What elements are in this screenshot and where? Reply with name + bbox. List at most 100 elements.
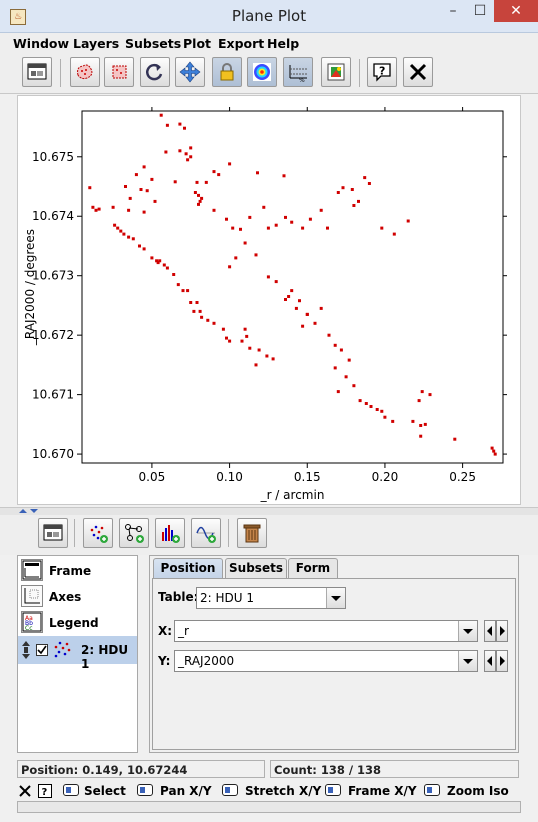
plot-panel[interactable]: 0.05 0.10 0.15 0.20 0.25 10.670 10.671 10.672 1…: [17, 95, 521, 505]
data-point: [228, 265, 232, 269]
window-icon: [43, 524, 63, 541]
close-x-icon: [409, 63, 427, 81]
close-window-button[interactable]: ✕: [494, 0, 538, 22]
data-point: [419, 424, 423, 427]
data-point: [287, 295, 291, 298]
replot-button[interactable]: [140, 57, 170, 87]
y-tick-label: 10.671: [32, 388, 74, 402]
tab-position[interactable]: Position: [153, 558, 223, 578]
layer-item-hdu-1[interactable]: 2: HDU 1: [18, 636, 137, 671]
navigation-help-button[interactable]: [175, 57, 205, 87]
menu-window[interactable]: Window: [13, 36, 69, 51]
layer-toolbar: [0, 515, 538, 555]
menu-help[interactable]: Help: [267, 36, 299, 51]
grid-axes-icon: %: [289, 65, 307, 83]
data-point: [164, 150, 168, 154]
export-image-button[interactable]: [321, 57, 351, 87]
chevron-down-icon[interactable]: [458, 651, 477, 671]
x-prev-column-button[interactable]: [484, 620, 496, 642]
table-select[interactable]: 2: HDU 1: [196, 587, 346, 609]
new-window-button[interactable]: [22, 57, 52, 87]
data-point: [172, 273, 176, 276]
data-point: [134, 173, 138, 177]
layer-item-frame[interactable]: Frame: [18, 558, 137, 584]
data-point: [492, 449, 496, 453]
grid-toggle-button[interactable]: %: [283, 57, 313, 87]
data-point: [364, 402, 368, 405]
y-prev-column-button[interactable]: [484, 650, 496, 672]
y-next-column-button[interactable]: [496, 650, 508, 672]
add-frame-button[interactable]: [38, 518, 68, 548]
data-point: [453, 437, 457, 441]
data-point: [262, 205, 266, 209]
chevron-down-icon[interactable]: [458, 621, 477, 641]
axis-lock-button[interactable]: [212, 57, 242, 87]
data-point: [119, 229, 123, 233]
data-point: [195, 301, 199, 304]
svg-text:?: ?: [42, 787, 48, 798]
data-point: [333, 343, 337, 347]
data-point: [178, 149, 182, 153]
close-hints-icon[interactable]: [18, 784, 32, 798]
menu-subsets[interactable]: Subsets: [125, 36, 181, 51]
y-column-value: _RAJ2000: [178, 654, 235, 668]
density-map-icon: [253, 63, 271, 81]
table-label: Table:: [158, 590, 199, 604]
data-point: [290, 289, 294, 293]
data-point: [240, 339, 244, 343]
visible-subset-button[interactable]: [104, 57, 134, 87]
layer-item-axes[interactable]: Axes: [18, 584, 137, 610]
tab-form[interactable]: Form: [288, 558, 338, 578]
close-plot-button[interactable]: [403, 57, 433, 87]
menu-plot[interactable]: Plot: [183, 36, 211, 51]
drag-handle-icon[interactable]: [21, 641, 31, 659]
data-point: [326, 226, 329, 230]
data-point: [327, 333, 331, 337]
help-icon[interactable]: ?: [38, 784, 52, 798]
data-point: [391, 419, 395, 423]
data-point: [274, 280, 278, 284]
data-point: [363, 176, 367, 180]
add-position-layer-button[interactable]: [83, 518, 113, 548]
data-point: [274, 223, 278, 227]
delete-layer-button[interactable]: [237, 518, 267, 548]
data-point: [145, 189, 149, 193]
scatter-plot[interactable]: 0.05 0.10 0.15 0.20 0.25 10.670 10.671 10.672 1…: [18, 96, 522, 506]
data-point: [266, 275, 270, 279]
data-point: [158, 259, 162, 263]
data-point: [189, 301, 193, 304]
horizontal-scrollbar[interactable]: [17, 801, 521, 813]
data-point: [212, 170, 216, 174]
add-function-layer-button[interactable]: [191, 518, 221, 548]
y-column-select[interactable]: _RAJ2000: [174, 650, 478, 672]
chevron-down-icon[interactable]: [326, 588, 345, 608]
hint-select: Select: [84, 784, 126, 798]
maximize-button[interactable]: ☐: [467, 0, 493, 22]
count-status: Count: 138 / 138: [270, 760, 519, 778]
mouse-left-icon: [137, 784, 153, 796]
x-next-column-button[interactable]: [496, 620, 508, 642]
data-point: [271, 357, 275, 361]
density-map-button[interactable]: [247, 57, 277, 87]
layer-item-legend[interactable]: Aa Bb Cc Legend: [18, 610, 137, 636]
add-pair-layer-button[interactable]: [119, 518, 149, 548]
menu-export[interactable]: Export: [218, 36, 264, 51]
tab-subsets[interactable]: Subsets: [225, 558, 287, 578]
layer-label-hdu-1: 2: HDU 1: [81, 643, 129, 671]
x-column-value: _r: [178, 624, 189, 638]
layer-visible-checkbox[interactable]: [36, 644, 48, 656]
draw-subset-button[interactable]: [70, 57, 100, 87]
data-point: [493, 452, 497, 456]
data-point: [423, 422, 427, 426]
add-histogram-layer-button[interactable]: [155, 518, 185, 548]
data-point: [305, 312, 309, 316]
data-point: [298, 299, 301, 303]
data-point: [150, 177, 154, 181]
x-column-select[interactable]: _r: [174, 620, 478, 642]
data-point: [150, 256, 154, 260]
hint-zoom: Zoom Iso: [447, 784, 509, 798]
data-point: [319, 208, 323, 212]
help-button[interactable]: ?: [367, 57, 397, 87]
menu-layers[interactable]: Layers: [73, 36, 119, 51]
minimize-button[interactable]: –: [440, 0, 466, 22]
